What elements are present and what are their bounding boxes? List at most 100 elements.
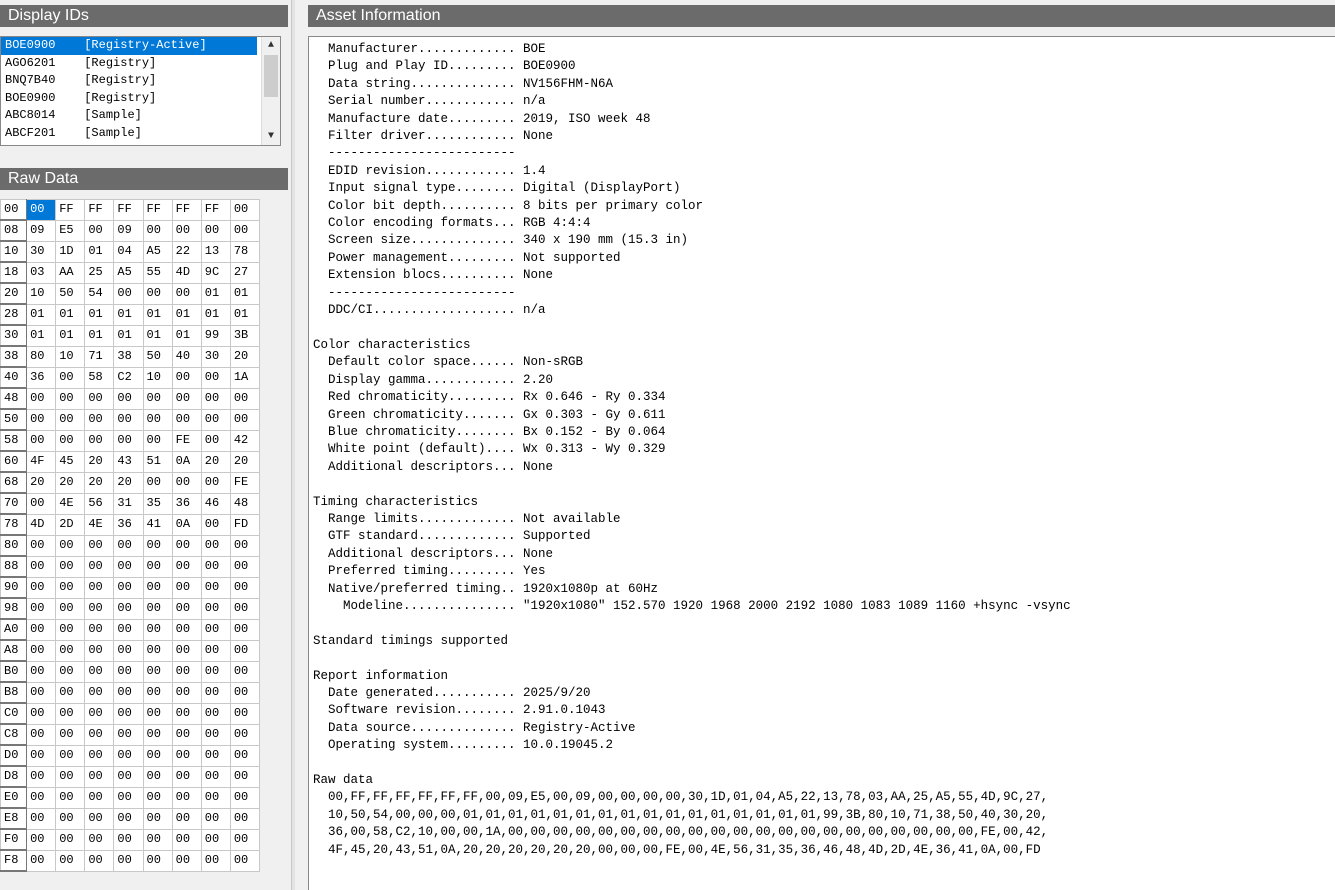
raw-data-byte[interactable]: 01 bbox=[55, 303, 86, 326]
raw-data-byte[interactable]: 25 bbox=[84, 261, 115, 284]
raw-data-byte[interactable]: 00 bbox=[200, 849, 231, 872]
raw-data-byte[interactable]: 00 bbox=[113, 828, 144, 851]
raw-data-byte[interactable]: 00 bbox=[26, 639, 57, 662]
raw-data-byte[interactable]: 00 bbox=[84, 723, 115, 746]
raw-data-byte[interactable]: 00 bbox=[200, 513, 231, 536]
raw-data-byte[interactable]: 00 bbox=[26, 618, 57, 641]
panel-splitter[interactable] bbox=[291, 0, 295, 890]
raw-data-byte[interactable]: 03 bbox=[26, 261, 57, 284]
raw-data-byte[interactable]: 00 bbox=[55, 723, 86, 746]
raw-data-byte[interactable]: 00 bbox=[113, 702, 144, 725]
raw-data-byte[interactable]: 01 bbox=[26, 303, 57, 326]
raw-data-byte[interactable]: 00 bbox=[55, 408, 86, 431]
display-id-item[interactable]: ABCF201 [Sample] bbox=[1, 125, 257, 143]
raw-data-byte[interactable]: 1A bbox=[229, 366, 261, 389]
raw-data-byte[interactable]: FF bbox=[55, 199, 86, 221]
raw-data-byte[interactable]: 00 bbox=[26, 660, 57, 683]
raw-data-byte[interactable]: 01 bbox=[200, 282, 231, 305]
raw-data-byte[interactable]: 00 bbox=[26, 534, 57, 557]
display-id-item[interactable]: BOE0900 [Registry] bbox=[1, 90, 257, 108]
raw-data-byte[interactable]: 00 bbox=[55, 807, 86, 830]
raw-data-byte[interactable]: 58 bbox=[84, 366, 115, 389]
raw-data-byte[interactable]: 00 bbox=[84, 429, 115, 452]
raw-data-byte[interactable]: 1D bbox=[55, 240, 86, 263]
raw-data-byte[interactable]: FF bbox=[113, 199, 144, 221]
raw-data-byte[interactable]: 00 bbox=[171, 828, 202, 851]
raw-data-byte[interactable]: C2 bbox=[113, 366, 144, 389]
raw-data-byte[interactable]: 30 bbox=[26, 240, 57, 263]
raw-data-byte[interactable]: 22 bbox=[171, 240, 202, 263]
display-id-item[interactable]: BOE0900 [Registry-Active] bbox=[1, 37, 257, 55]
raw-data-byte[interactable]: 00 bbox=[200, 471, 231, 494]
raw-data-byte[interactable]: 38 bbox=[113, 345, 144, 368]
raw-data-byte[interactable]: 00 bbox=[55, 765, 86, 788]
raw-data-byte[interactable]: 00 bbox=[84, 828, 115, 851]
raw-data-byte[interactable]: 00 bbox=[26, 786, 57, 809]
raw-data-byte[interactable]: 00 bbox=[171, 786, 202, 809]
raw-data-byte[interactable]: 01 bbox=[171, 324, 202, 347]
raw-data-byte[interactable]: 01 bbox=[142, 324, 173, 347]
raw-data-byte[interactable]: 00 bbox=[26, 723, 57, 746]
raw-data-byte[interactable]: 00 bbox=[113, 408, 144, 431]
raw-data-byte[interactable]: 00 bbox=[142, 828, 173, 851]
raw-data-byte[interactable]: 00 bbox=[200, 576, 231, 599]
raw-data-byte[interactable]: 00 bbox=[200, 408, 231, 431]
raw-data-byte[interactable]: 00 bbox=[200, 660, 231, 683]
raw-data-byte[interactable]: 00 bbox=[200, 786, 231, 809]
raw-data-byte[interactable]: 00 bbox=[55, 618, 86, 641]
scroll-down-icon[interactable]: ▼ bbox=[262, 128, 280, 145]
raw-data-byte[interactable]: 01 bbox=[113, 324, 144, 347]
raw-data-byte[interactable]: 00 bbox=[229, 576, 261, 599]
raw-data-byte[interactable]: 51 bbox=[142, 450, 173, 473]
raw-data-byte[interactable]: 01 bbox=[200, 303, 231, 326]
raw-data-byte[interactable]: 00 bbox=[229, 681, 261, 704]
raw-data-byte[interactable]: 00 bbox=[171, 282, 202, 305]
raw-data-byte[interactable]: 00 bbox=[171, 555, 202, 578]
raw-data-byte[interactable]: 00 bbox=[84, 219, 115, 242]
raw-data-byte[interactable]: 00 bbox=[55, 387, 86, 410]
raw-data-byte[interactable]: 00 bbox=[229, 786, 261, 809]
raw-data-byte[interactable]: 01 bbox=[26, 324, 57, 347]
raw-data-byte[interactable]: 43 bbox=[113, 450, 144, 473]
raw-data-byte[interactable]: FE bbox=[229, 471, 261, 494]
raw-data-byte[interactable]: 2D bbox=[55, 513, 86, 536]
raw-data-byte[interactable]: 00 bbox=[200, 744, 231, 767]
raw-data-byte[interactable]: 40 bbox=[171, 345, 202, 368]
raw-data-byte[interactable]: 00 bbox=[200, 723, 231, 746]
raw-data-byte[interactable]: 78 bbox=[229, 240, 261, 263]
raw-data-byte[interactable]: 00 bbox=[142, 660, 173, 683]
raw-data-byte[interactable]: 00 bbox=[113, 681, 144, 704]
raw-data-byte[interactable]: 00 bbox=[113, 744, 144, 767]
raw-data-byte[interactable]: 00 bbox=[142, 282, 173, 305]
raw-data-byte[interactable]: 00 bbox=[171, 639, 202, 662]
raw-data-byte[interactable]: 00 bbox=[55, 744, 86, 767]
raw-data-byte[interactable]: 36 bbox=[26, 366, 57, 389]
raw-data-byte[interactable]: 00 bbox=[142, 408, 173, 431]
raw-data-byte[interactable]: 00 bbox=[229, 199, 261, 221]
raw-data-byte[interactable]: 01 bbox=[84, 303, 115, 326]
raw-data-byte[interactable]: 00 bbox=[142, 555, 173, 578]
raw-data-byte[interactable]: 00 bbox=[171, 681, 202, 704]
raw-data-byte[interactable]: 13 bbox=[200, 240, 231, 263]
asset-info-panel[interactable]: Manufacturer............. BOE Plug and P… bbox=[308, 36, 1335, 890]
raw-data-byte[interactable]: 00 bbox=[84, 744, 115, 767]
raw-data-byte[interactable]: 00 bbox=[171, 576, 202, 599]
raw-data-byte[interactable]: 4D bbox=[171, 261, 202, 284]
raw-data-byte[interactable]: 00 bbox=[142, 681, 173, 704]
display-ids-list[interactable]: BOE0900 [Registry-Active] AGO6201 [Regist… bbox=[0, 36, 281, 146]
raw-data-byte[interactable]: 36 bbox=[171, 492, 202, 515]
raw-data-byte[interactable]: 00 bbox=[171, 219, 202, 242]
raw-data-byte[interactable]: 00 bbox=[229, 219, 261, 242]
raw-data-byte[interactable]: AA bbox=[55, 261, 86, 284]
raw-data-byte[interactable]: 00 bbox=[26, 555, 57, 578]
raw-data-byte[interactable]: 00 bbox=[171, 534, 202, 557]
raw-data-byte[interactable]: 00 bbox=[171, 597, 202, 620]
raw-data-byte[interactable]: 01 bbox=[113, 303, 144, 326]
raw-data-byte[interactable]: 00 bbox=[84, 681, 115, 704]
raw-data-byte[interactable]: 00 bbox=[142, 849, 173, 872]
raw-data-byte[interactable]: 00 bbox=[55, 849, 86, 872]
raw-data-byte[interactable]: 00 bbox=[200, 219, 231, 242]
raw-data-byte[interactable]: 00 bbox=[55, 681, 86, 704]
raw-data-byte[interactable]: 46 bbox=[200, 492, 231, 515]
raw-data-byte[interactable]: 00 bbox=[200, 597, 231, 620]
